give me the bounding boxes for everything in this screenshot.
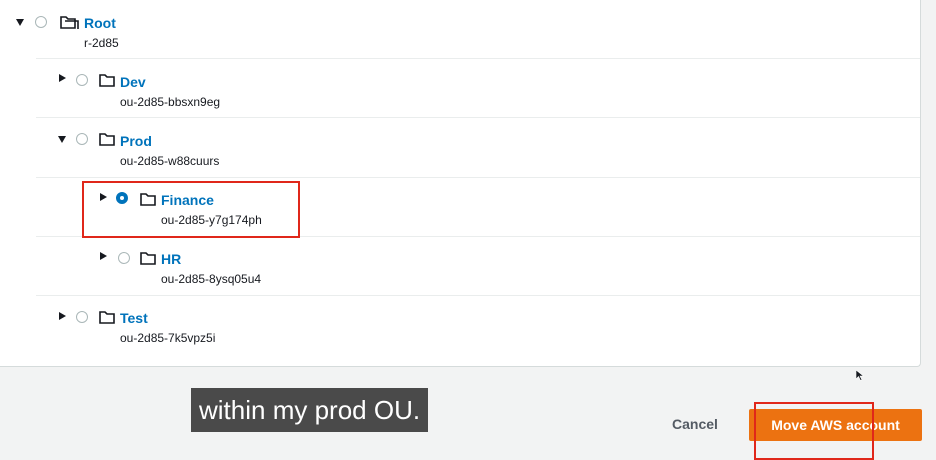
tree-item-root[interactable]: Root r-2d85 <box>0 0 920 58</box>
folder-icon <box>99 74 115 87</box>
tree-item-name[interactable]: Test <box>120 310 148 326</box>
folder-icon <box>140 252 156 265</box>
caret-down-icon[interactable] <box>16 19 24 26</box>
radio-test[interactable] <box>76 311 88 323</box>
tree-item-name[interactable]: Dev <box>120 74 146 90</box>
caret-down-icon[interactable] <box>58 136 66 143</box>
radio-prod[interactable] <box>76 133 88 145</box>
tree-item-id: ou-2d85-bbsxn9eg <box>120 95 221 109</box>
annotation-highlight-finance <box>82 181 300 238</box>
caret-right-icon[interactable] <box>59 74 66 82</box>
tree-item-prod[interactable]: Prod ou-2d85-w88cuurs <box>0 118 920 176</box>
ou-tree-panel: Root r-2d85 Dev ou-2d85-bbsxn9eg Prod ou… <box>0 0 921 367</box>
annotation-highlight-move-button <box>754 402 874 460</box>
tree-item-hr[interactable]: HR ou-2d85-8ysq05u4 <box>0 237 920 295</box>
folder-icon <box>99 133 115 146</box>
tree-item-dev[interactable]: Dev ou-2d85-bbsxn9eg <box>0 59 920 117</box>
mouse-cursor-icon <box>856 370 864 381</box>
tree-item-test[interactable]: Test ou-2d85-7k5vpz5i <box>0 296 920 354</box>
root-icon <box>60 16 79 29</box>
tree-item-name[interactable]: HR <box>161 251 181 267</box>
radio-dev[interactable] <box>76 74 88 86</box>
tree-item-id: ou-2d85-7k5vpz5i <box>120 331 216 345</box>
radio-root[interactable] <box>35 16 47 28</box>
radio-hr[interactable] <box>118 252 130 264</box>
tree-item-id: ou-2d85-8ysq05u4 <box>161 272 262 286</box>
caret-right-icon[interactable] <box>100 252 107 260</box>
video-caption: within my prod OU. <box>191 388 429 432</box>
folder-icon <box>99 311 115 324</box>
cancel-button[interactable]: Cancel <box>672 416 718 432</box>
tree-item-name[interactable]: Prod <box>120 133 152 149</box>
tree-item-id: ou-2d85-w88cuurs <box>120 154 220 168</box>
tree-item-id: r-2d85 <box>84 36 119 50</box>
tree-item-name[interactable]: Root <box>84 15 116 31</box>
caret-right-icon[interactable] <box>59 312 66 320</box>
